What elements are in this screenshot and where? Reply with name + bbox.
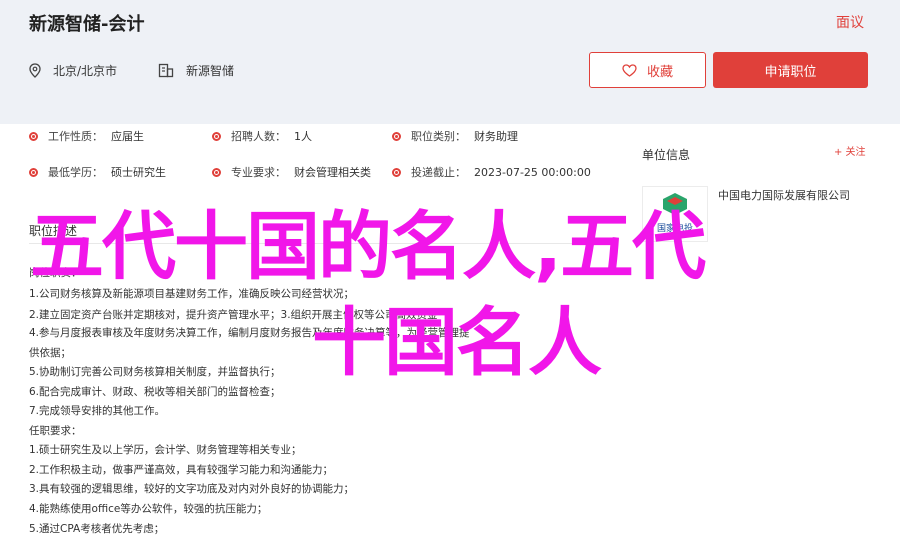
company-link[interactable]: 新源智储: [186, 62, 234, 79]
job-header: 新源智储-会计 面议 北京/北京市 新源智储 收藏 申请职位: [0, 0, 900, 124]
bullet-icon: [29, 131, 38, 141]
info-deadline: 投递截止： 2023-07-25 00:00:00: [392, 164, 591, 180]
bullet-icon: [212, 167, 221, 177]
heart-icon: [622, 63, 637, 77]
company-name[interactable]: 中国电力国际发展有限公司: [718, 187, 850, 203]
info-label: 专业要求：: [231, 166, 286, 179]
apply-button[interactable]: 申请职位: [713, 52, 868, 88]
company-row: 新源智储: [158, 62, 234, 79]
info-value: 应届生: [111, 130, 144, 143]
description-line: 6.配合完成审计、财政、税收等相关部门的监督检查；: [29, 386, 281, 398]
info-category: 职位类别： 财务助理: [392, 128, 518, 144]
info-label: 招聘人数：: [231, 130, 286, 143]
location-pin-icon: [29, 63, 41, 78]
description-line: 任职要求：: [29, 425, 82, 437]
bullet-icon: [392, 131, 401, 141]
description-line: 3.具有较强的逻辑思维，较好的文字功底及对内对外良好的协调能力；: [29, 483, 355, 495]
follow-button[interactable]: + 关注: [834, 143, 866, 158]
job-title: 新源智储-会计: [29, 14, 145, 35]
overlay-headline: 五代十国的名人,五代: [30, 204, 706, 290]
description-line: 7.完成领导安排的其他工作。: [29, 405, 166, 417]
bullet-icon: [392, 167, 401, 177]
info-value: 1人: [294, 130, 312, 143]
building-icon: [158, 63, 174, 78]
info-label: 工作性质：: [48, 130, 103, 143]
description-line: 供依据；: [29, 347, 71, 359]
info-headcount: 招聘人数： 1人: [212, 128, 312, 144]
info-value: 硕士研究生: [111, 166, 166, 179]
description-line: 2.工作积极主动，做事严谨高效，具有较强学习能力和沟通能力；: [29, 464, 334, 476]
description-line: 1.硕士研究生及以上学历，会计学、财务管理等相关专业；: [29, 444, 302, 456]
info-education: 最低学历： 硕士研究生: [29, 164, 166, 180]
overlay-headline-continued: 十国名人: [312, 300, 602, 386]
info-value: 财务助理: [474, 130, 518, 143]
favorite-button[interactable]: 收藏: [589, 52, 706, 88]
info-label: 最低学历：: [48, 166, 103, 179]
favorite-label: 收藏: [646, 64, 673, 80]
info-major: 专业要求： 财会管理相关类: [212, 164, 371, 180]
location-row: 北京/北京市: [29, 62, 117, 79]
info-label: 投递截止：: [411, 166, 466, 179]
location-text: 北京/北京市: [53, 64, 118, 78]
bullet-icon: [212, 131, 221, 141]
info-label: 职位类别：: [411, 130, 466, 143]
description-line: 5.协助制订完善公司财务核算相关制度，并监督执行；: [29, 366, 281, 378]
description-line: 4.能熟练使用office等办公软件，较强的抗压能力；: [29, 503, 268, 515]
info-value: 财会管理相关类: [294, 166, 371, 179]
info-value: 2023-07-25 00:00:00: [474, 165, 591, 179]
info-work-type: 工作性质： 应届生: [29, 128, 144, 144]
salary-label: 面议: [836, 15, 864, 31]
company-panel-title: 单位信息: [642, 148, 691, 162]
bullet-icon: [29, 167, 38, 177]
description-line: 5.通过CPA考核者优先考虑；: [29, 523, 165, 535]
